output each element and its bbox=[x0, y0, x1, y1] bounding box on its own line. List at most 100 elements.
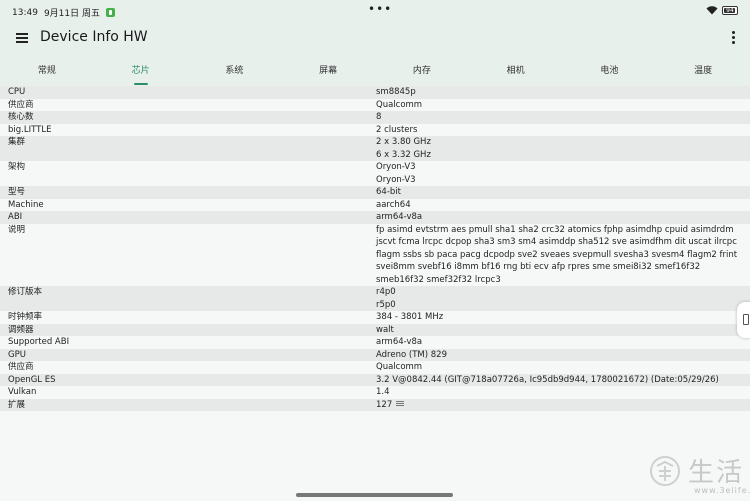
row-value-line: Oryon-V3 bbox=[376, 174, 416, 185]
table-row: 修订版本 r4p0 r5p0 bbox=[0, 286, 750, 311]
table-row: 扩展 127 bbox=[0, 398, 750, 412]
row-value: aarch64 bbox=[376, 199, 750, 212]
tab-bar: 常规 芯片 系统 屏幕 内存 相机 电池 温度 bbox=[0, 58, 750, 86]
row-label: GPU bbox=[8, 349, 26, 360]
list-icon[interactable] bbox=[396, 401, 405, 407]
row-label: 架构 bbox=[8, 162, 26, 172]
menu-icon[interactable] bbox=[16, 33, 28, 43]
row-value-line: Qualcomm bbox=[376, 99, 423, 110]
app-title: Device Info HW bbox=[40, 29, 148, 45]
row-value-line: 2 x 3.80 GHz bbox=[376, 137, 431, 147]
table-row: CPU sm8845p bbox=[0, 86, 750, 99]
tab-6[interactable]: 电池 bbox=[563, 58, 657, 86]
table-row: big.LITTLE 2 clusters bbox=[0, 123, 750, 137]
row-label: 扩展 bbox=[8, 399, 26, 410]
battery-percent: 94 bbox=[726, 6, 734, 14]
row-label: 核心数 bbox=[8, 112, 34, 122]
table-row: Machine aarch64 bbox=[0, 198, 750, 212]
row-value: 2 x 3.80 GHz 6 x 3.32 GHz bbox=[376, 136, 750, 161]
row-value-line: Adreno (TM) 829 bbox=[376, 349, 447, 360]
table-row: 说明 fp asimd evtstrm aes pmull sha1 sha2 c… bbox=[0, 223, 750, 287]
row-value-line: r5p0 bbox=[376, 299, 396, 310]
row-value-line: walt bbox=[376, 324, 394, 335]
row-label: 集群 bbox=[8, 137, 26, 147]
row-value: 127 bbox=[376, 399, 750, 412]
tab-3[interactable]: 屏幕 bbox=[281, 58, 375, 86]
table-row: 供应商 Qualcomm bbox=[0, 98, 750, 112]
row-label: big.LITTLE bbox=[8, 124, 52, 135]
battery-icon: 94 bbox=[722, 5, 738, 15]
row-label: 调频器 bbox=[8, 324, 34, 335]
row-value-line: 3.2 V@0842.44 (GIT@718a07726a, Ic95db9d9… bbox=[376, 374, 719, 385]
table-row: 架构 Oryon-V3 Oryon-V3 bbox=[0, 161, 750, 186]
row-label: 修订版本 bbox=[8, 287, 43, 297]
wifi-icon bbox=[706, 6, 718, 15]
table-row: 时钟频率 384 - 3801 MHz bbox=[0, 311, 750, 324]
row-value: Qualcomm bbox=[376, 99, 750, 112]
watermark-url: www.3elife.net bbox=[694, 486, 750, 495]
row-label: CPU bbox=[8, 87, 26, 97]
row-label: 型号 bbox=[8, 187, 26, 197]
row-value-line: aarch64 bbox=[376, 199, 411, 210]
watermark-symbol-icon bbox=[650, 456, 680, 486]
row-value-line: fp asimd evtstrm aes pmull sha1 sha2 crc… bbox=[376, 224, 738, 285]
row-value: Oryon-V3 Oryon-V3 bbox=[376, 161, 750, 186]
row-value-line: 6 x 3.32 GHz bbox=[376, 149, 431, 160]
row-label: OpenGL ES bbox=[8, 374, 56, 385]
table-row: Vulkan 1.4 bbox=[0, 386, 750, 399]
row-value: arm64-v8a bbox=[376, 336, 750, 349]
tab-5[interactable]: 相机 bbox=[469, 58, 563, 86]
row-value-line: 8 bbox=[376, 112, 382, 122]
row-label: 供应商 bbox=[8, 99, 34, 110]
table-row: 供应商 Qualcomm bbox=[0, 361, 750, 374]
row-value-line: Qualcomm bbox=[376, 362, 423, 372]
row-value-line: Oryon-V3 bbox=[376, 162, 416, 172]
row-value: arm64-v8a bbox=[376, 211, 750, 224]
table-row: 核心数 8 bbox=[0, 111, 750, 124]
chip-info-table: CPU sm8845p 供应商 Qualcomm 核心数 8 big.LITTLE 2 clu… bbox=[0, 86, 750, 411]
home-gesture-bar[interactable] bbox=[296, 493, 453, 497]
tab-4[interactable]: 内存 bbox=[375, 58, 469, 86]
tab-0[interactable]: 常规 bbox=[0, 58, 94, 86]
table-row: ABI arm64-v8a bbox=[0, 211, 750, 224]
row-value: 8 bbox=[376, 111, 750, 124]
row-value-line: 384 - 3801 MHz bbox=[376, 312, 444, 322]
watermark-text: 生活 bbox=[688, 458, 745, 488]
row-value: 2 clusters bbox=[376, 124, 750, 137]
table-row: 型号 64-bit bbox=[0, 186, 750, 199]
table-row: OpenGL ES 3.2 V@0842.44 (GIT@718a07726a, … bbox=[0, 373, 750, 387]
row-value: r4p0 r5p0 bbox=[376, 286, 750, 311]
status-bar-right: 94 bbox=[706, 5, 738, 15]
row-value: Adreno (TM) 829 bbox=[376, 349, 750, 362]
row-value-line: 2 clusters bbox=[376, 124, 418, 135]
more-vert-icon[interactable] bbox=[730, 31, 736, 45]
row-label: Supported ABI bbox=[8, 337, 70, 347]
watermark-logo: 生活 www.3elife.net bbox=[646, 452, 750, 498]
window-icon bbox=[743, 314, 749, 325]
row-value: Qualcomm bbox=[376, 361, 750, 374]
table-row: 调频器 walt bbox=[0, 323, 750, 336]
row-value: 384 - 3801 MHz bbox=[376, 311, 750, 324]
row-label: 时钟频率 bbox=[8, 312, 43, 322]
tab-7[interactable]: 温度 bbox=[656, 58, 750, 86]
row-value-line: 127 bbox=[376, 399, 393, 410]
row-value-line: 64-bit bbox=[376, 187, 401, 197]
row-value-line: sm8845p bbox=[376, 87, 416, 97]
multitask-dots-icon[interactable]: ••• bbox=[368, 2, 392, 16]
row-value-line: arm64-v8a bbox=[376, 337, 423, 347]
row-label: 说明 bbox=[8, 224, 26, 235]
row-value: 3.2 V@0842.44 (GIT@718a07726a, Ic95db9d9… bbox=[376, 374, 750, 387]
app-bar: Device Info HW bbox=[0, 22, 750, 58]
row-value-line: arm64-v8a bbox=[376, 212, 423, 222]
row-value-line: r4p0 bbox=[376, 287, 396, 297]
tab-1[interactable]: 芯片 bbox=[94, 58, 188, 86]
status-bar-left: 13:49 9月11日 周五 bbox=[12, 6, 115, 19]
row-value: 64-bit bbox=[376, 186, 750, 199]
tab-2[interactable]: 系统 bbox=[188, 58, 282, 86]
notification-app-icon bbox=[105, 8, 115, 17]
row-label: Machine bbox=[8, 199, 44, 210]
status-date: 9月11日 周五 bbox=[43, 9, 100, 19]
floating-side-handle[interactable] bbox=[737, 302, 750, 338]
row-value-line: 1.4 bbox=[376, 387, 390, 397]
row-value: fp asimd evtstrm aes pmull sha1 sha2 crc… bbox=[376, 224, 750, 287]
